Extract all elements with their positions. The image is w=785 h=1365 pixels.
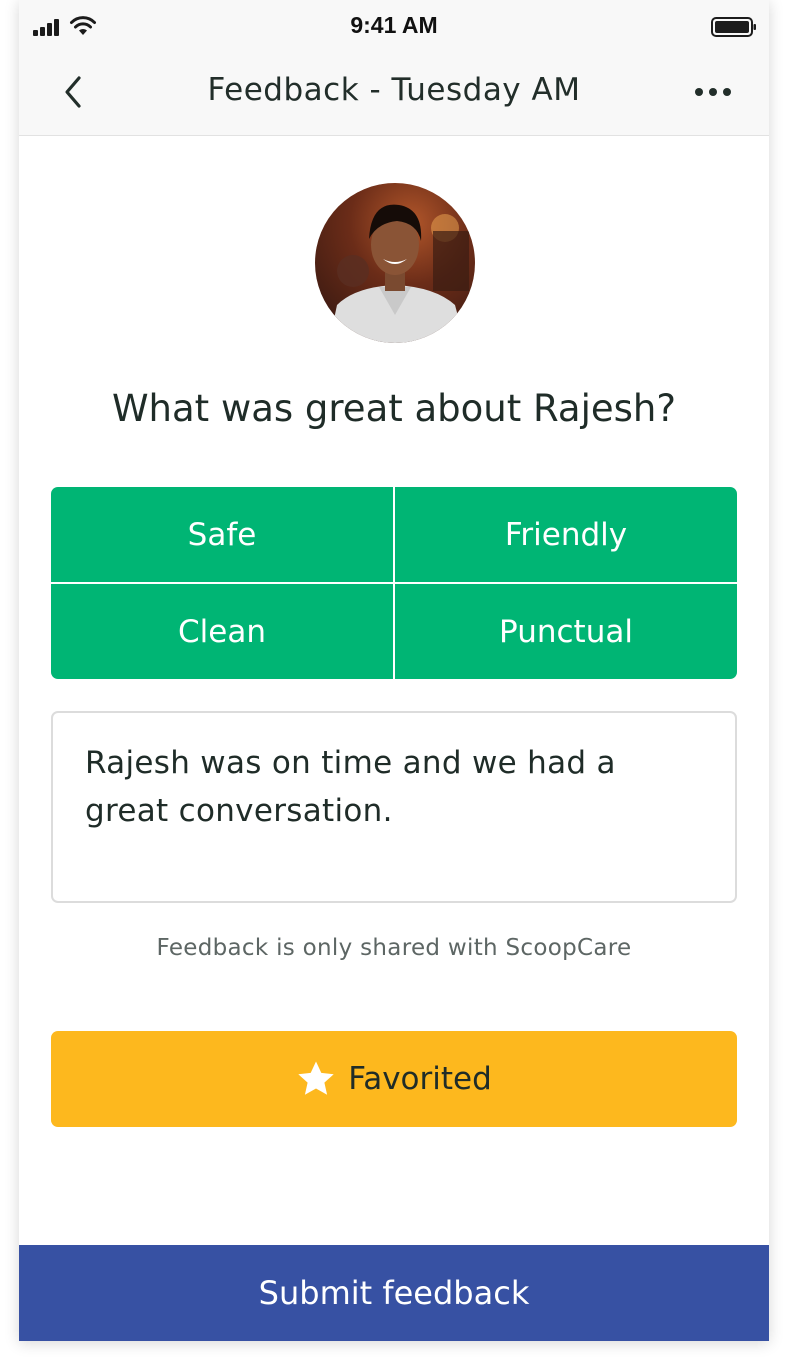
more-horizontal-icon[interactable] <box>693 82 733 102</box>
tag-safe[interactable]: Safe <box>51 487 393 582</box>
favorite-button[interactable]: Favorited <box>51 1031 737 1127</box>
submit-button[interactable]: Submit feedback <box>19 1245 769 1341</box>
person-photo <box>329 204 469 343</box>
tag-punctual[interactable]: Punctual <box>395 584 737 679</box>
comment-textarea[interactable]: Rajesh was on time and we had a great co… <box>51 711 737 903</box>
star-icon <box>298 1061 334 1095</box>
avatar <box>315 183 475 343</box>
status-bar: 9:41 AM <box>19 0 769 50</box>
nav-bar: Feedback - Tuesday AM <box>19 50 769 136</box>
favorite-label: Favorited <box>348 1061 492 1097</box>
phone-screen: 9:41 AM Feedback - Tuesday AM What was g… <box>19 0 769 1341</box>
battery-icon <box>711 17 756 37</box>
tag-friendly[interactable]: Friendly <box>395 487 737 582</box>
tag-clean[interactable]: Clean <box>51 584 393 679</box>
page-title: Feedback - Tuesday AM <box>207 72 581 108</box>
question-heading: What was great about Rajesh? <box>111 387 677 430</box>
status-time: 9:41 AM <box>350 12 438 38</box>
tag-grid: Safe Friendly Clean Punctual <box>51 487 737 679</box>
privacy-note: Feedback is only shared with ScoopCare <box>156 935 632 961</box>
